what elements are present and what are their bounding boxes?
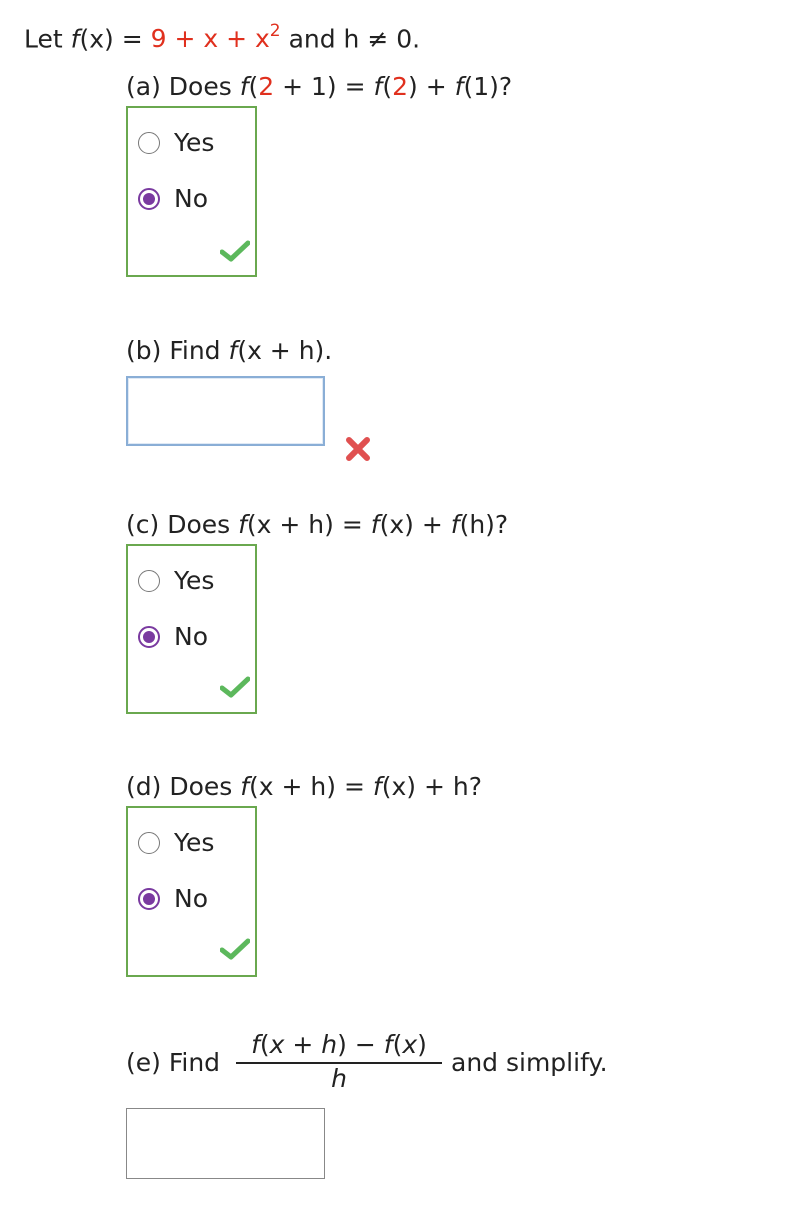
question-e-suffix: and simplify.	[451, 1048, 608, 1077]
label-no-a: No	[174, 184, 208, 213]
question-d: (d) Does f(x + h) = f(x) + h?	[126, 772, 482, 801]
text-arg: (x)	[79, 24, 114, 54]
option-yes-a[interactable]: Yes	[138, 128, 214, 158]
answer-box-c: Yes No	[126, 544, 257, 714]
answer-box-a: Yes No	[126, 106, 257, 277]
text-let: Let	[24, 24, 63, 54]
question-e-prefix: (e) Find	[126, 1048, 221, 1077]
radio-no-a[interactable]	[138, 188, 160, 210]
difference-quotient: f(x + h) − f(x) h	[236, 1030, 442, 1094]
function-expression: 9 + x + x2	[150, 21, 281, 54]
label-no-c: No	[174, 622, 208, 651]
label-yes-d: Yes	[174, 828, 215, 857]
checkmark-icon	[220, 240, 250, 262]
radio-yes-d[interactable]	[138, 832, 160, 854]
question-b: (b) Find f(x + h).	[126, 336, 333, 365]
fraction-denominator: h	[331, 1064, 347, 1093]
incorrect-x-icon	[346, 437, 370, 461]
answer-box-d: Yes No	[126, 806, 257, 977]
label-yes-a: Yes	[174, 128, 215, 157]
option-yes-d[interactable]: Yes	[138, 828, 214, 858]
problem-statement: Let f(x) = 9 + x + x2 and h ≠ 0.	[24, 18, 420, 54]
answer-input-b[interactable]	[126, 376, 325, 446]
checkmark-icon	[220, 676, 250, 698]
option-no-a[interactable]: No	[138, 184, 208, 214]
fraction-numerator: f(x + h) − f(x)	[251, 1030, 427, 1059]
option-yes-c[interactable]: Yes	[138, 566, 214, 596]
option-no-d[interactable]: No	[138, 884, 208, 914]
text-condition: and h ≠ 0.	[288, 24, 421, 54]
radio-no-d[interactable]	[138, 888, 160, 910]
radio-yes-a[interactable]	[138, 132, 160, 154]
label-yes-c: Yes	[174, 566, 215, 595]
option-no-c[interactable]: No	[138, 622, 208, 652]
answer-input-e[interactable]	[126, 1108, 325, 1179]
radio-no-c[interactable]	[138, 626, 160, 648]
text-eq: =	[121, 24, 143, 54]
checkmark-icon	[220, 938, 250, 960]
question-a: (a) Does f(2 + 1) = f(2) + f(1)?	[126, 72, 513, 101]
label-no-d: No	[174, 884, 208, 913]
question-c: (c) Does f(x + h) = f(x) + f(h)?	[126, 510, 509, 539]
radio-yes-c[interactable]	[138, 570, 160, 592]
